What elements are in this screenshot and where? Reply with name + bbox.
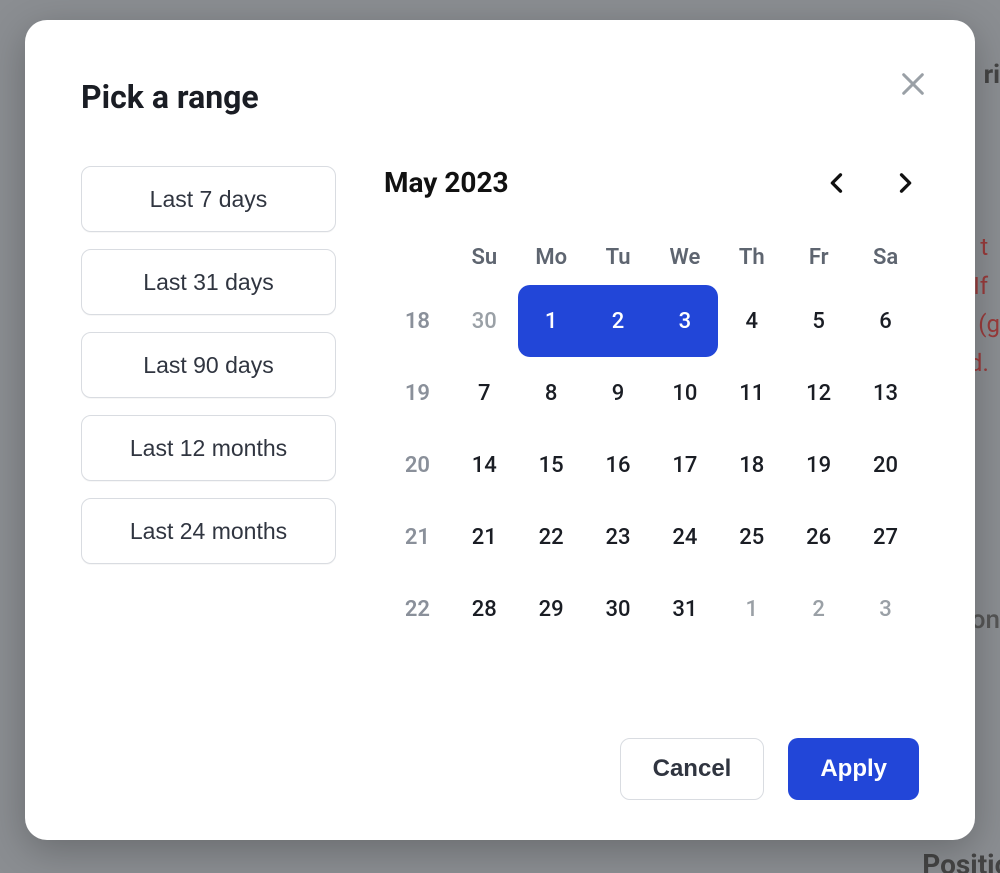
- calendar-day[interactable]: 23: [585, 501, 652, 573]
- calendar-day[interactable]: 15: [518, 429, 585, 501]
- calendar-day[interactable]: 3: [652, 285, 719, 357]
- calendar-day[interactable]: 1: [518, 285, 585, 357]
- calendar-day[interactable]: 27: [852, 501, 919, 573]
- calendar-week-number: 20: [384, 429, 451, 501]
- close-icon[interactable]: [897, 68, 929, 100]
- preset-list: Last 7 days Last 31 days Last 90 days La…: [81, 166, 336, 645]
- calendar-day[interactable]: 25: [718, 501, 785, 573]
- calendar-day[interactable]: 17: [652, 429, 719, 501]
- calendar-grid: SuMoTuWeThFrSa18301234561978910111213201…: [384, 229, 919, 645]
- calendar-day[interactable]: 14: [451, 429, 518, 501]
- cancel-button[interactable]: Cancel: [620, 738, 765, 800]
- calendar-day[interactable]: 22: [518, 501, 585, 573]
- preset-last-90-days[interactable]: Last 90 days: [81, 332, 336, 398]
- calendar-day[interactable]: 30: [585, 573, 652, 645]
- date-range-modal: Pick a range Last 7 days Last 31 days La…: [25, 20, 975, 840]
- calendar-week-number: 22: [384, 573, 451, 645]
- calendar-day[interactable]: 2: [585, 285, 652, 357]
- calendar-day[interactable]: 3: [852, 573, 919, 645]
- calendar-day[interactable]: 30: [451, 285, 518, 357]
- calendar-weekday: Mo: [518, 229, 585, 285]
- prev-month-button[interactable]: [823, 169, 851, 197]
- calendar-weekday: Th: [718, 229, 785, 285]
- calendar-weekday: Tu: [585, 229, 652, 285]
- calendar-weekday: Sa: [852, 229, 919, 285]
- calendar-day[interactable]: 19: [785, 429, 852, 501]
- calendar-day[interactable]: 13: [852, 357, 919, 429]
- calendar-day[interactable]: 16: [585, 429, 652, 501]
- modal-title: Pick a range: [81, 78, 259, 116]
- preset-last-7-days[interactable]: Last 7 days: [81, 166, 336, 232]
- calendar-day[interactable]: 29: [518, 573, 585, 645]
- bg-text: on: [971, 605, 1000, 635]
- calendar-day[interactable]: 2: [785, 573, 852, 645]
- calendar-day[interactable]: 4: [718, 285, 785, 357]
- calendar-day[interactable]: 24: [652, 501, 719, 573]
- bg-text: Position hist: [922, 848, 1000, 873]
- calendar-weekday: We: [652, 229, 719, 285]
- preset-last-31-days[interactable]: Last 31 days: [81, 249, 336, 315]
- calendar-week-number: 18: [384, 285, 451, 357]
- calendar-day[interactable]: 8: [518, 357, 585, 429]
- next-month-button[interactable]: [891, 169, 919, 197]
- calendar-month-label: May 2023: [384, 166, 509, 199]
- calendar-day[interactable]: 26: [785, 501, 852, 573]
- apply-button[interactable]: Apply: [788, 738, 919, 800]
- calendar-day[interactable]: 5: [785, 285, 852, 357]
- calendar-day[interactable]: 31: [652, 573, 719, 645]
- calendar-day[interactable]: 28: [451, 573, 518, 645]
- calendar: May 2023 SuMoTuWeThFrSa18301234561978910…: [384, 166, 919, 645]
- bg-text: ri: [984, 60, 1000, 90]
- calendar-day[interactable]: 21: [451, 501, 518, 573]
- calendar-day[interactable]: 12: [785, 357, 852, 429]
- calendar-day[interactable]: 20: [852, 429, 919, 501]
- calendar-weekday: Fr: [785, 229, 852, 285]
- calendar-day[interactable]: 6: [852, 285, 919, 357]
- preset-last-24-months[interactable]: Last 24 months: [81, 498, 336, 564]
- calendar-header-blank: [384, 229, 451, 285]
- calendar-day[interactable]: 9: [585, 357, 652, 429]
- calendar-day[interactable]: 1: [718, 573, 785, 645]
- calendar-weekday: Su: [451, 229, 518, 285]
- calendar-week-number: 19: [384, 357, 451, 429]
- preset-last-12-months[interactable]: Last 12 months: [81, 415, 336, 481]
- calendar-day[interactable]: 18: [718, 429, 785, 501]
- calendar-week-number: 21: [384, 501, 451, 573]
- calendar-day[interactable]: 10: [652, 357, 719, 429]
- calendar-day[interactable]: 7: [451, 357, 518, 429]
- calendar-day[interactable]: 11: [718, 357, 785, 429]
